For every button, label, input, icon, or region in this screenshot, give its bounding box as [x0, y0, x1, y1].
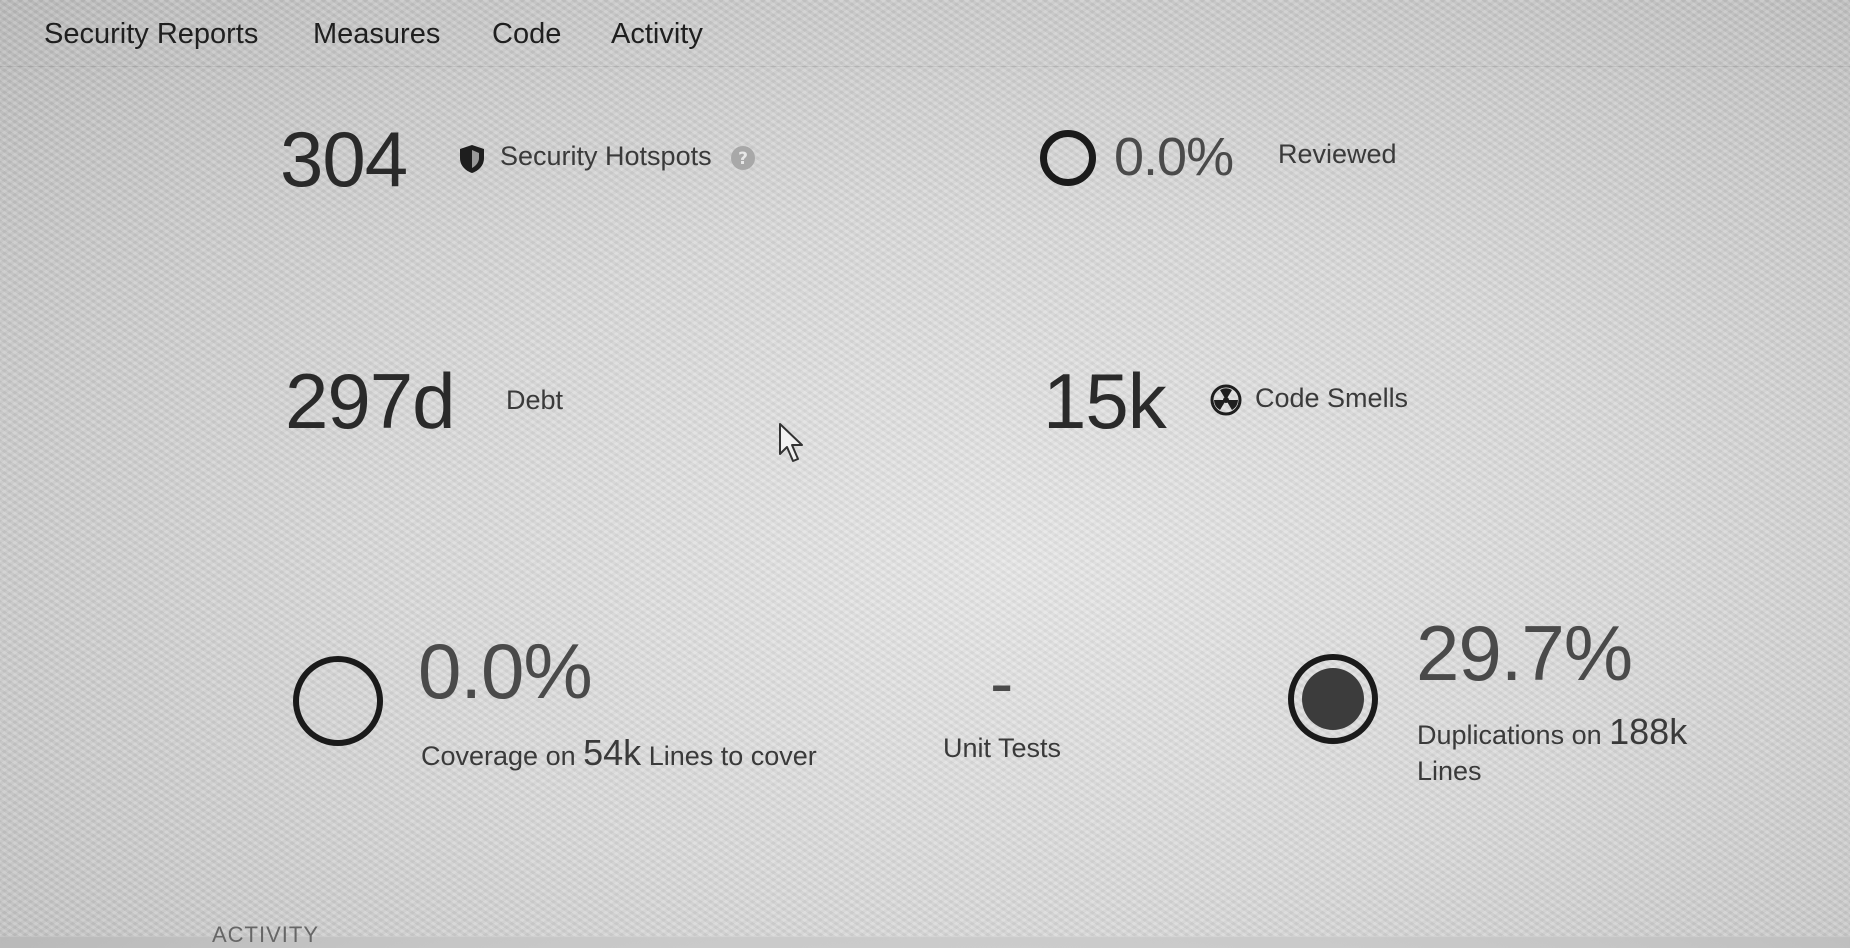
coverage-label-prefix: Coverage on	[421, 741, 576, 771]
cursor-icon	[778, 422, 808, 469]
reviewed-label[interactable]: Reviewed	[1278, 139, 1397, 170]
security-hotspots-count[interactable]: 304	[280, 120, 408, 198]
duplications-lines-value: 188k	[1609, 711, 1688, 752]
activity-heading: ACTIVITY	[212, 922, 320, 947]
shield-icon	[457, 143, 487, 180]
unit-tests-label[interactable]: Unit Tests	[943, 733, 1061, 764]
code-smells-label[interactable]: Code Smells	[1255, 383, 1408, 414]
coverage-label-suffix: Lines to cover	[648, 741, 817, 771]
duplication-ring-icon	[1286, 652, 1380, 751]
duplications-label-suffix: Lines	[1417, 756, 1482, 786]
coverage-label[interactable]: Coverage on 54k Lines to cover	[421, 732, 817, 774]
duplications-percent[interactable]: 29.7%	[1416, 614, 1633, 692]
coverage-percent[interactable]: 0.0%	[418, 632, 593, 710]
tab-security-reports[interactable]: Security Reports	[44, 18, 258, 51]
coverage-lines-value: 54k	[583, 732, 642, 773]
tab-activity[interactable]: Activity	[611, 18, 703, 51]
screen-texture	[0, 0, 1850, 937]
duplications-label-prefix: Duplications on	[1417, 720, 1602, 750]
code-smells-value[interactable]: 15k	[1043, 362, 1167, 440]
security-hotspots-label[interactable]: Security Hotspots	[500, 141, 712, 172]
coverage-ring-icon	[293, 656, 383, 746]
debt-label[interactable]: Debt	[506, 385, 563, 416]
reviewed-percent[interactable]: 0.0%	[1114, 130, 1234, 184]
top-navigation: Security Reports Measures Code Activity	[0, 0, 1850, 67]
duplications-label[interactable]: Duplications on 188k Lines	[1417, 714, 1747, 789]
unit-tests-value[interactable]: -	[990, 648, 1013, 718]
svg-text:?: ?	[738, 149, 748, 169]
tab-measures[interactable]: Measures	[313, 18, 440, 51]
reviewed-ring-icon	[1040, 130, 1096, 186]
radiation-icon	[1210, 384, 1242, 421]
debt-value[interactable]: 297d	[285, 362, 456, 440]
help-icon[interactable]: ?	[730, 145, 756, 176]
tab-code[interactable]: Code	[492, 18, 561, 51]
